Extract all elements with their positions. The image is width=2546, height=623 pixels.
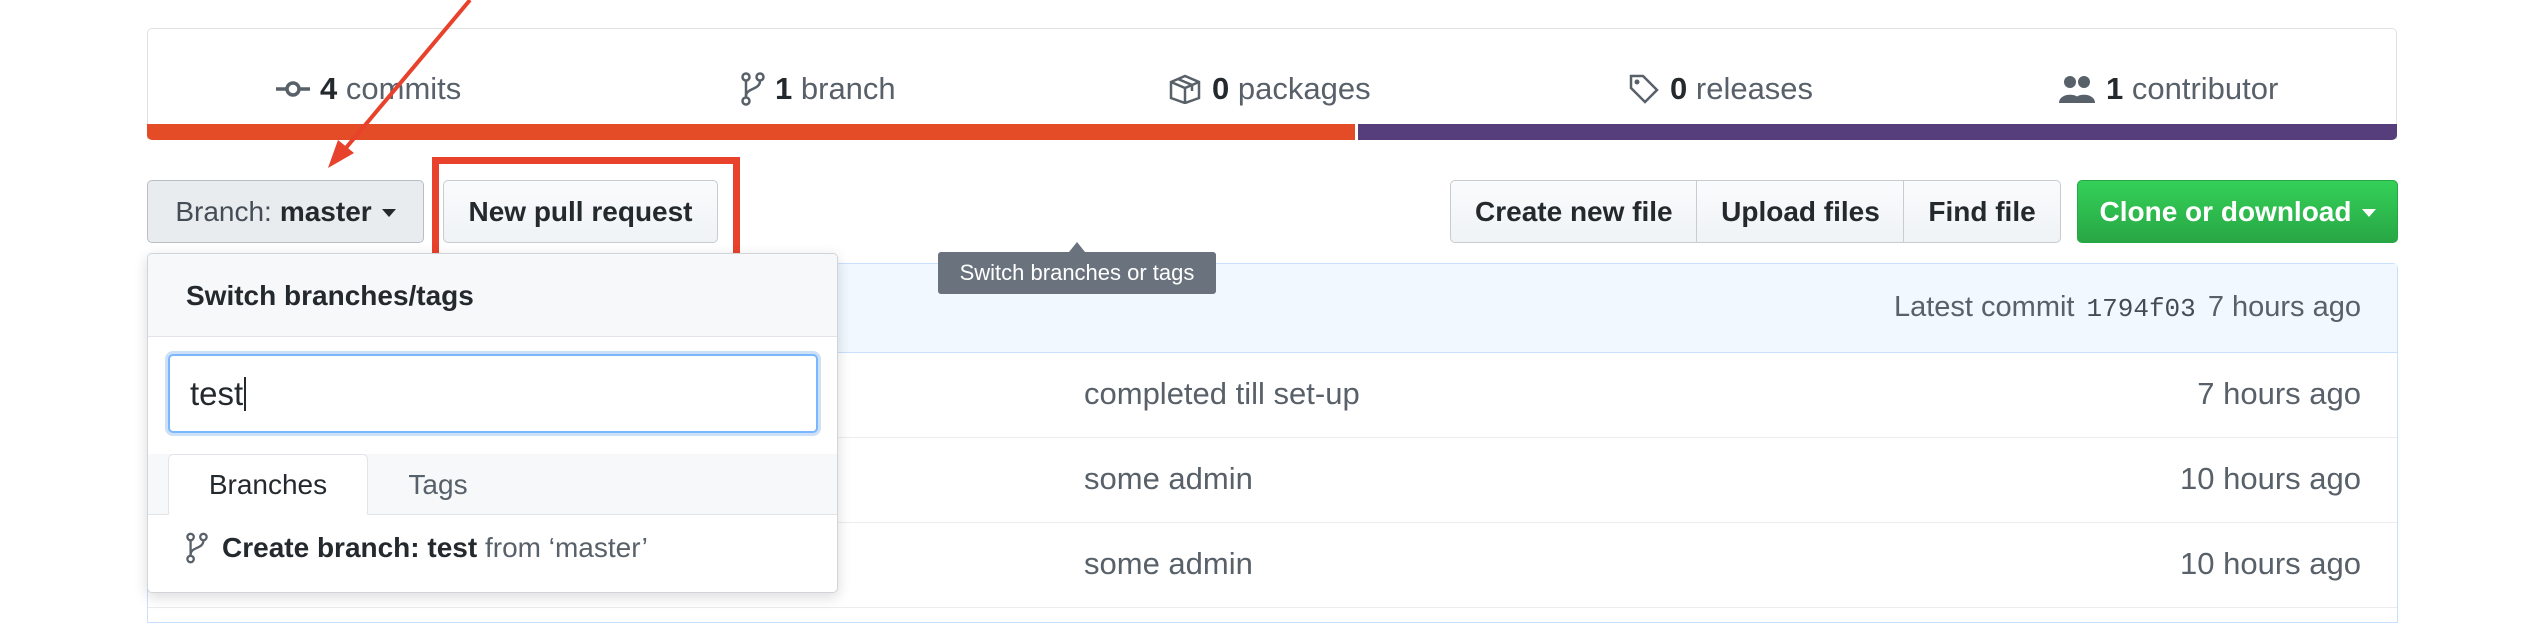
text-cursor: [244, 376, 247, 411]
package-icon: [1169, 74, 1201, 104]
commits-label: commits: [345, 71, 462, 106]
latest-commit-info: Latest commit 1794f03 7 hours ago: [1894, 291, 2361, 324]
create-branch-from: from ‘master’: [484, 532, 648, 563]
people-icon: [2059, 76, 2095, 103]
commit-sha-link[interactable]: 1794f03: [2087, 294, 2196, 324]
tab-tags[interactable]: Tags: [368, 454, 508, 515]
commits-link[interactable]: 4 commits: [276, 71, 461, 107]
latest-commit-age: 7 hours ago: [2207, 291, 2361, 323]
releases-count: 0: [1670, 71, 1688, 106]
commits-count: 4: [320, 71, 338, 106]
tooltip: Switch branches or tags: [938, 242, 1216, 294]
branch-filter-value: test: [190, 374, 244, 412]
branches-link[interactable]: 1 branch: [741, 71, 896, 107]
create-branch-prefix: Create branch:: [222, 532, 420, 563]
branch-prefix: Branch:: [175, 195, 272, 227]
chevron-down-icon: [381, 209, 396, 217]
create-branch-item[interactable]: Create branch: test from ‘master’: [186, 532, 648, 564]
file-actions-group: Create new file Upload files Find file: [1450, 180, 2061, 243]
clone-or-download-button[interactable]: Clone or download: [2077, 180, 2398, 243]
dropdown-title: Switch branches/tags: [186, 280, 474, 311]
branch-name: master: [279, 195, 372, 227]
commit-message-link[interactable]: completed till set-up: [1084, 376, 1360, 412]
commit-age: 7 hours ago: [2197, 376, 2361, 411]
tag-icon: [1629, 74, 1659, 104]
commit-age: 10 hours ago: [2180, 546, 2361, 581]
branch-filter-input[interactable]: test: [168, 354, 818, 433]
upload-files-button[interactable]: Upload files: [1696, 180, 1905, 243]
dropdown-tabs: Branches Tags: [148, 454, 837, 515]
packages-count: 0: [1212, 71, 1230, 106]
language-bar[interactable]: [147, 124, 2397, 140]
tab-branches[interactable]: Branches: [168, 454, 368, 515]
branch-select-button[interactable]: Branch: master: [147, 180, 424, 243]
branch-icon: [186, 532, 208, 564]
contributors-link[interactable]: 1 contributor: [2058, 71, 2278, 107]
commit-age: 10 hours ago: [2180, 461, 2361, 496]
contributors-count: 1: [2106, 71, 2124, 106]
commit-message-link[interactable]: some admin: [1084, 461, 1253, 497]
commit-icon: [276, 81, 310, 97]
create-branch-name: test: [427, 532, 478, 563]
packages-link[interactable]: 0 packages: [1168, 71, 1371, 107]
branch-dropdown-menu: Switch branches/tags test Branches Tags …: [147, 253, 838, 593]
commit-message-link[interactable]: some admin: [1084, 546, 1253, 582]
branches-count: 1: [775, 71, 793, 106]
language-segment-html[interactable]: [147, 124, 1355, 140]
create-new-file-button[interactable]: Create new file: [1450, 180, 1698, 243]
find-file-button[interactable]: Find file: [1903, 180, 2061, 243]
annotation-highlight-box: [432, 157, 740, 263]
dropdown-header: Switch branches/tags: [148, 254, 837, 337]
contributors-label: contributor: [2131, 71, 2279, 106]
latest-commit-label: Latest commit: [1893, 291, 2075, 323]
branches-label: branch: [800, 71, 896, 106]
clone-label: Clone or download: [2099, 195, 2352, 227]
packages-label: packages: [1237, 71, 1371, 106]
releases-label: releases: [1695, 71, 1814, 106]
branch-icon: [741, 72, 765, 106]
chevron-down-icon: [2361, 209, 2376, 217]
repo-stats-bar: 4 commits 1 branch 0 packages 0 releases…: [147, 28, 2397, 139]
language-segment-css[interactable]: [1358, 124, 2397, 140]
releases-link[interactable]: 0 releases: [1628, 71, 1813, 107]
